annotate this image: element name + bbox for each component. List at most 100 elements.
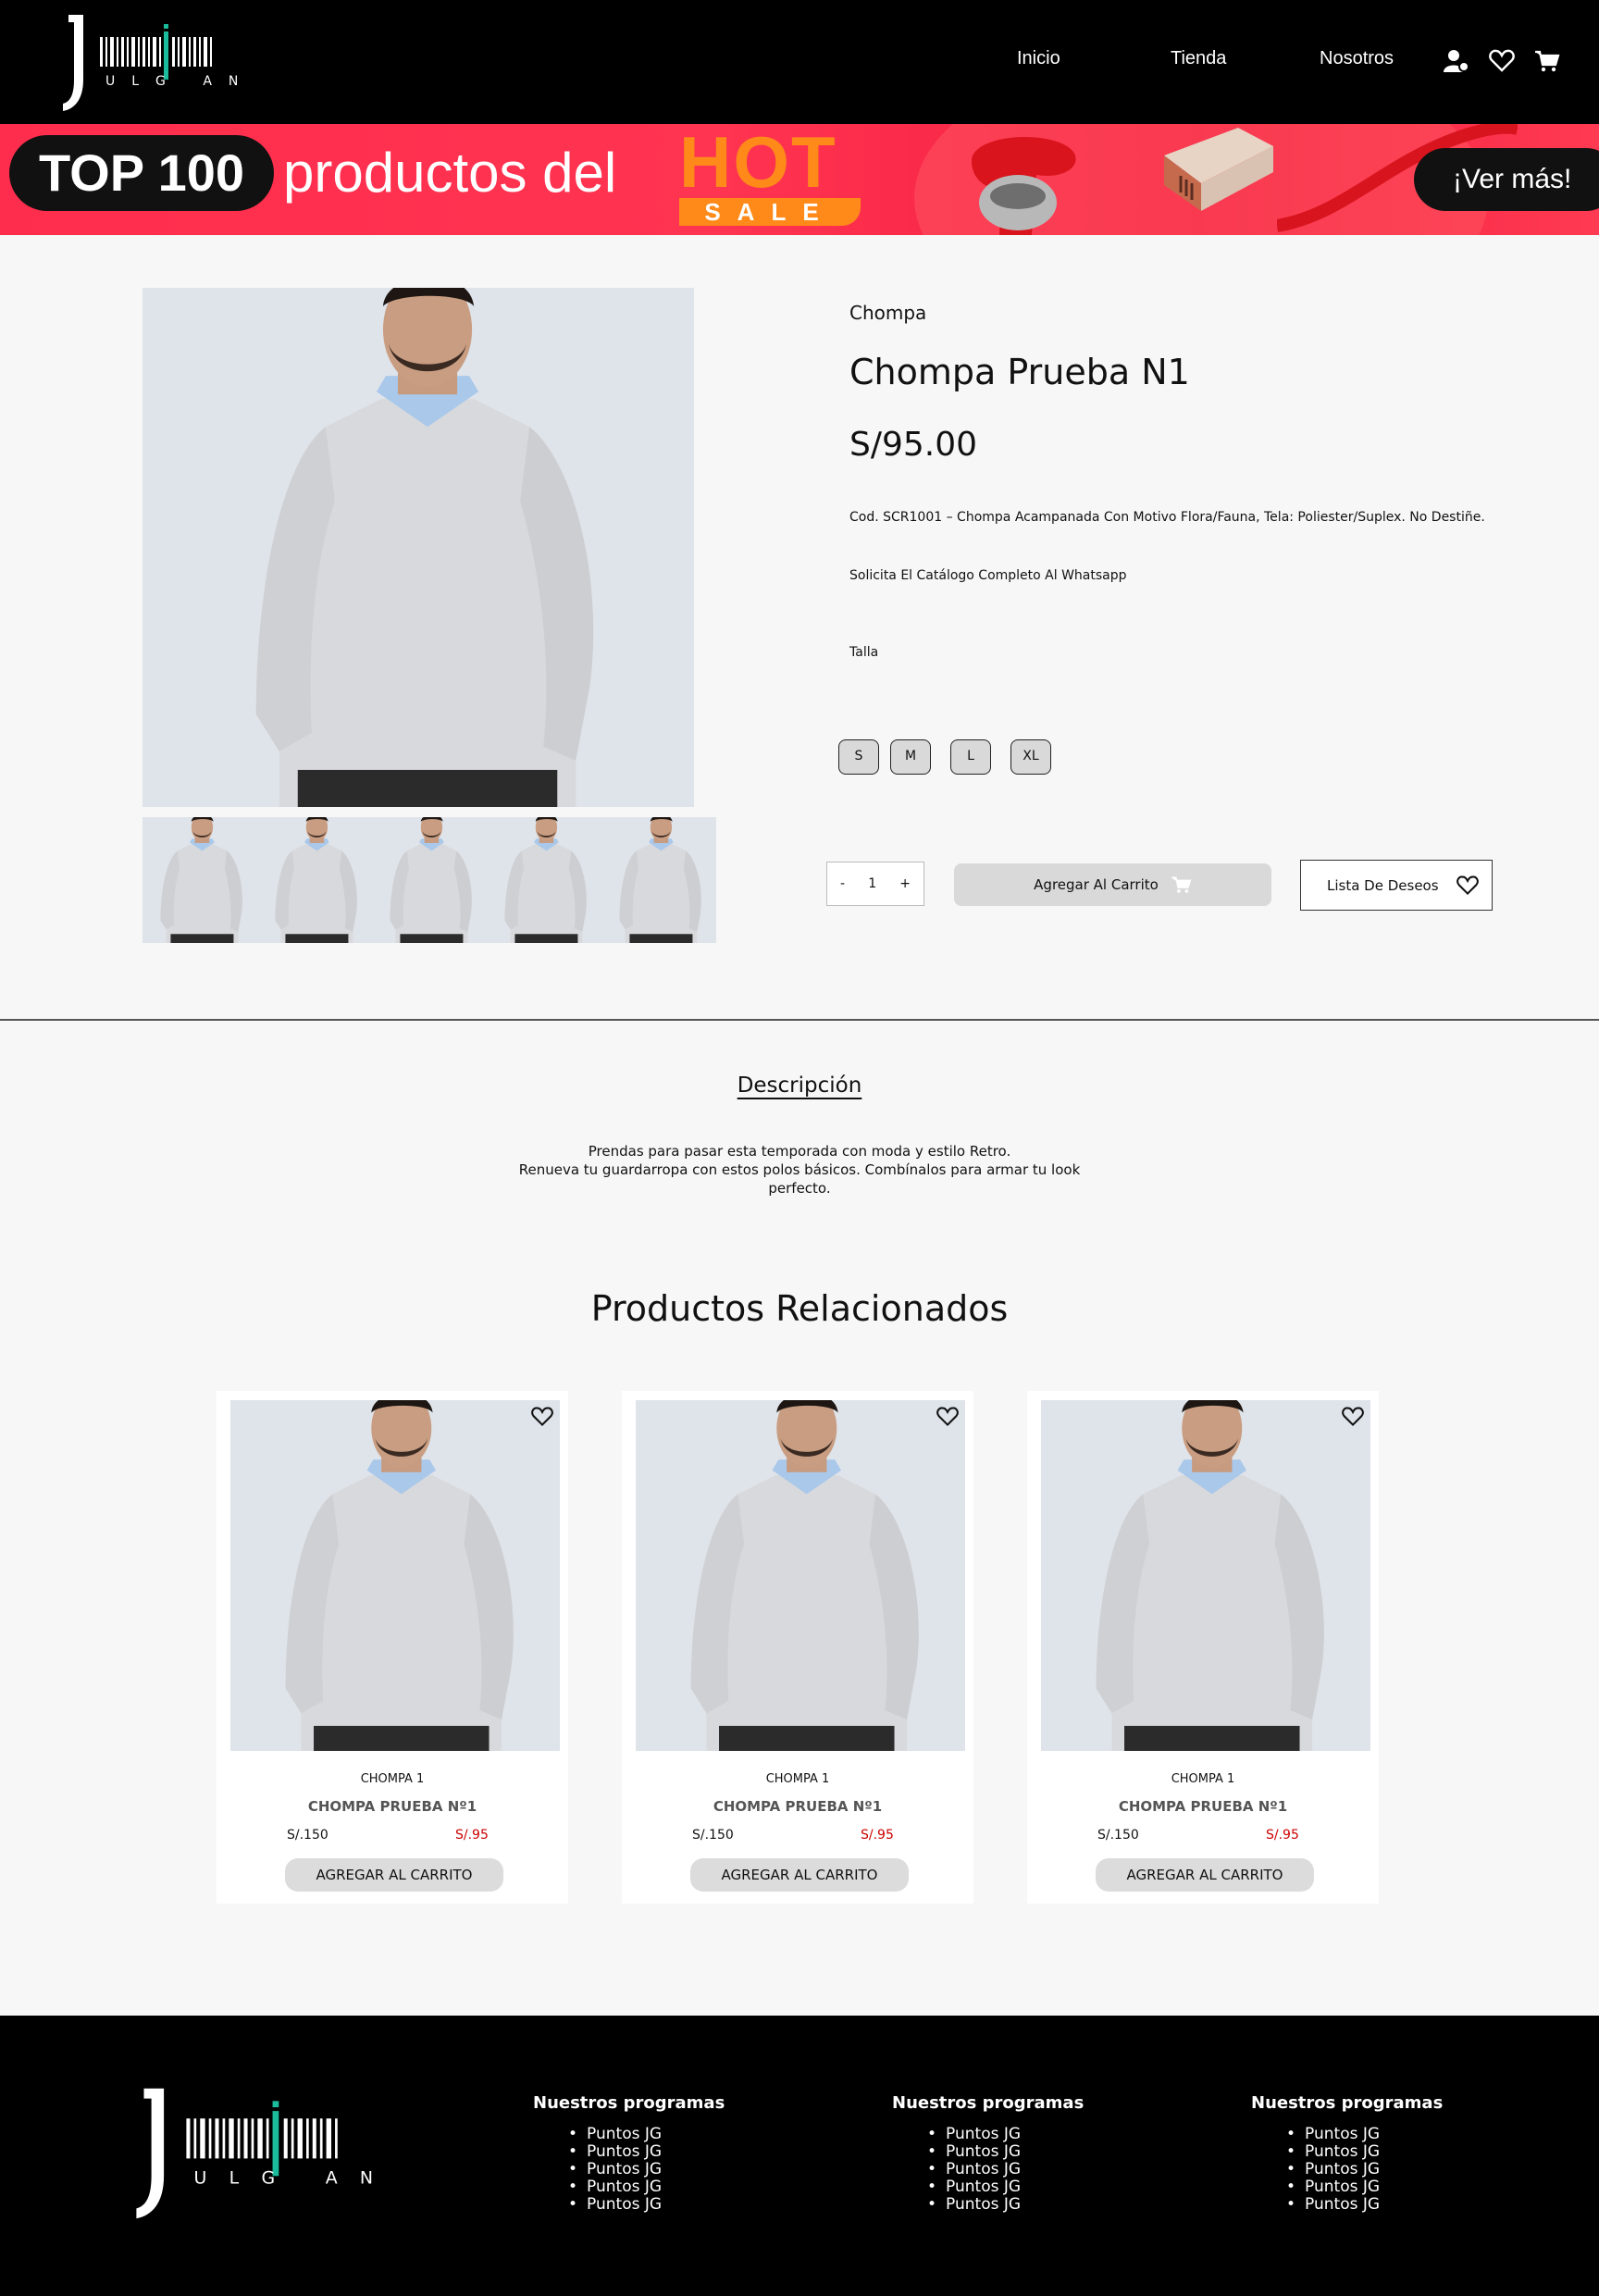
heart-icon[interactable] xyxy=(1342,1406,1364,1428)
nav-inicio[interactable]: Inicio xyxy=(1017,48,1060,69)
footer-column: Nuestros programas Puntos JG Puntos JG P… xyxy=(1251,2093,1443,2214)
add-to-cart-button[interactable]: AGREGAR AL CARRITO xyxy=(1096,1858,1314,1892)
product-card-old-price: S/.150 xyxy=(287,1828,328,1843)
size-option-l[interactable]: L xyxy=(950,739,991,775)
product-thumbnail[interactable] xyxy=(143,817,257,943)
wishlist-button[interactable]: Lista De Deseos xyxy=(1300,860,1493,911)
product-card-category: CHOMPA 1 xyxy=(765,1772,830,1786)
banner-sale: SALE xyxy=(679,198,861,226)
product-thumbnail[interactable] xyxy=(372,817,487,943)
footer-link[interactable]: Puntos JG xyxy=(568,2126,725,2143)
wishlist-label: Lista De Deseos xyxy=(1327,876,1439,894)
product-card-price: S/.95 xyxy=(861,1828,894,1843)
product-thumbnail[interactable] xyxy=(601,817,694,943)
footer-link[interactable]: Puntos JG xyxy=(1286,2178,1443,2196)
footer-link[interactable]: Puntos JG xyxy=(927,2161,1084,2178)
user-settings-icon[interactable] xyxy=(1444,48,1469,74)
heart-icon[interactable] xyxy=(936,1406,959,1428)
footer-link[interactable]: Puntos JG xyxy=(927,2178,1084,2196)
footer-link[interactable]: Puntos JG xyxy=(568,2196,725,2214)
add-to-cart-label: Agregar Al Carrito xyxy=(1034,876,1159,893)
product-price: S/95.00 xyxy=(849,426,978,464)
product-card[interactable]: CHOMPA 1 CHOMPA PRUEBA Nº1 S/.150 S/.95 … xyxy=(217,1391,568,1904)
footer-link[interactable]: Puntos JG xyxy=(568,2143,725,2161)
product-description: Cod. SCR1001 – Chompa Acampanada Con Mot… xyxy=(849,510,1485,525)
product-card-category: CHOMPA 1 xyxy=(1171,1772,1235,1786)
description-body: Prendas para pasar esta temporada con mo… xyxy=(0,1142,1599,1198)
section-divider xyxy=(0,1019,1599,1021)
product-thumbnail[interactable] xyxy=(487,817,601,943)
product-card-image[interactable] xyxy=(636,1400,965,1751)
product-card-price: S/.95 xyxy=(455,1828,489,1843)
footer-column-title: Nuestros programas xyxy=(1251,2093,1444,2113)
footer-logo[interactable]: ULG AN xyxy=(131,2088,381,2219)
svg-text:ULG AN: ULG AN xyxy=(105,74,244,89)
footer-column-title: Nuestros programas xyxy=(892,2093,1085,2113)
banner-badge: TOP 100 xyxy=(9,135,274,211)
footer-link[interactable]: Puntos JG xyxy=(1286,2143,1443,2161)
site-logo[interactable]: ULG AN xyxy=(59,15,244,111)
site-header: ULG AN Inicio Tienda Nosotros xyxy=(0,0,1599,124)
product-card-name[interactable]: CHOMPA PRUEBA Nº1 xyxy=(217,1798,568,1815)
product-card-category: CHOMPA 1 xyxy=(360,1772,425,1786)
product-card[interactable]: CHOMPA 1 CHOMPA PRUEBA Nº1 S/.150 S/.95 … xyxy=(1027,1391,1379,1904)
add-to-cart-button[interactable]: AGREGAR AL CARRITO xyxy=(690,1858,909,1892)
site-footer: ULG AN Nuestros programas Puntos JG Punt… xyxy=(0,2016,1599,2296)
product-category: Chompa xyxy=(849,302,927,324)
banner-cta-button[interactable]: ¡Ver más! xyxy=(1414,148,1599,211)
footer-link[interactable]: Puntos JG xyxy=(1286,2126,1443,2143)
product-card[interactable]: CHOMPA 1 CHOMPA PRUEBA Nº1 S/.150 S/.95 … xyxy=(622,1391,973,1904)
description-line: perfecto. xyxy=(768,1180,831,1197)
product-card-old-price: S/.150 xyxy=(692,1828,734,1843)
description-tab[interactable]: Descripción xyxy=(0,1074,1599,1098)
heart-icon[interactable] xyxy=(531,1406,553,1428)
add-to-cart-button[interactable]: AGREGAR AL CARRITO xyxy=(285,1858,503,1892)
quantity-stepper: - 1 + xyxy=(826,862,924,906)
footer-link[interactable]: Puntos JG xyxy=(1286,2196,1443,2214)
footer-link[interactable]: Puntos JG xyxy=(568,2161,725,2178)
nav-tienda[interactable]: Tienda xyxy=(1171,48,1226,69)
banner-hot: HOT xyxy=(679,124,837,203)
qty-decrement-button[interactable]: - xyxy=(840,876,845,891)
description-line: Renueva tu guardarropa con estos polos b… xyxy=(518,1161,1081,1178)
product-thumbnails xyxy=(143,817,694,943)
qty-value[interactable]: 1 xyxy=(868,876,876,891)
heart-icon xyxy=(1456,875,1479,896)
footer-link[interactable]: Puntos JG xyxy=(927,2143,1084,2161)
product-card-name[interactable]: CHOMPA PRUEBA Nº1 xyxy=(622,1798,973,1815)
svg-text:ULG AN: ULG AN xyxy=(194,2167,382,2188)
footer-column: Nuestros programas Puntos JG Puntos JG P… xyxy=(892,2093,1084,2214)
footer-link[interactable]: Puntos JG xyxy=(927,2196,1084,2214)
stand-mixer-image xyxy=(972,136,1076,235)
product-main-image[interactable] xyxy=(143,288,694,807)
qty-increment-button[interactable]: + xyxy=(899,876,911,891)
footer-column-title: Nuestros programas xyxy=(533,2093,725,2113)
footer-link[interactable]: Puntos JG xyxy=(568,2178,725,2196)
size-label: Talla xyxy=(849,645,879,660)
product-note: Solicita El Catálogo Completo Al Whatsap… xyxy=(849,568,1127,583)
heart-icon[interactable] xyxy=(1489,48,1515,74)
size-option-m[interactable]: M xyxy=(890,739,931,775)
product-card-old-price: S/.150 xyxy=(1097,1828,1139,1843)
description-title: Descripción xyxy=(737,1074,862,1098)
product-title: Chompa Prueba N1 xyxy=(849,352,1190,392)
product-thumbnail[interactable] xyxy=(257,817,372,943)
cart-icon xyxy=(1171,876,1192,893)
footer-link[interactable]: Puntos JG xyxy=(1286,2161,1443,2178)
cart-icon[interactable] xyxy=(1534,48,1560,74)
product-card-image[interactable] xyxy=(230,1400,560,1751)
footer-column: Nuestros programas Puntos JG Puntos JG P… xyxy=(533,2093,725,2214)
product-card-price: S/.95 xyxy=(1266,1828,1299,1843)
size-option-xl[interactable]: XL xyxy=(1010,739,1051,775)
product-card-name[interactable]: CHOMPA PRUEBA Nº1 xyxy=(1027,1798,1379,1815)
related-products-title: Productos Relacionados xyxy=(590,1288,1009,1329)
microwave-image xyxy=(1164,128,1273,211)
promo-banner[interactable]: TOP 100 productos del HOT SALE ¡Ver más! xyxy=(0,124,1599,235)
nav-nosotros[interactable]: Nosotros xyxy=(1320,48,1394,69)
banner-text: productos del xyxy=(283,142,617,204)
add-to-cart-button[interactable]: Agregar Al Carrito xyxy=(954,863,1271,906)
footer-link[interactable]: Puntos JG xyxy=(927,2126,1084,2143)
size-option-s[interactable]: S xyxy=(838,739,879,775)
description-line: Prendas para pasar esta temporada con mo… xyxy=(588,1143,1011,1160)
product-card-image[interactable] xyxy=(1041,1400,1370,1751)
